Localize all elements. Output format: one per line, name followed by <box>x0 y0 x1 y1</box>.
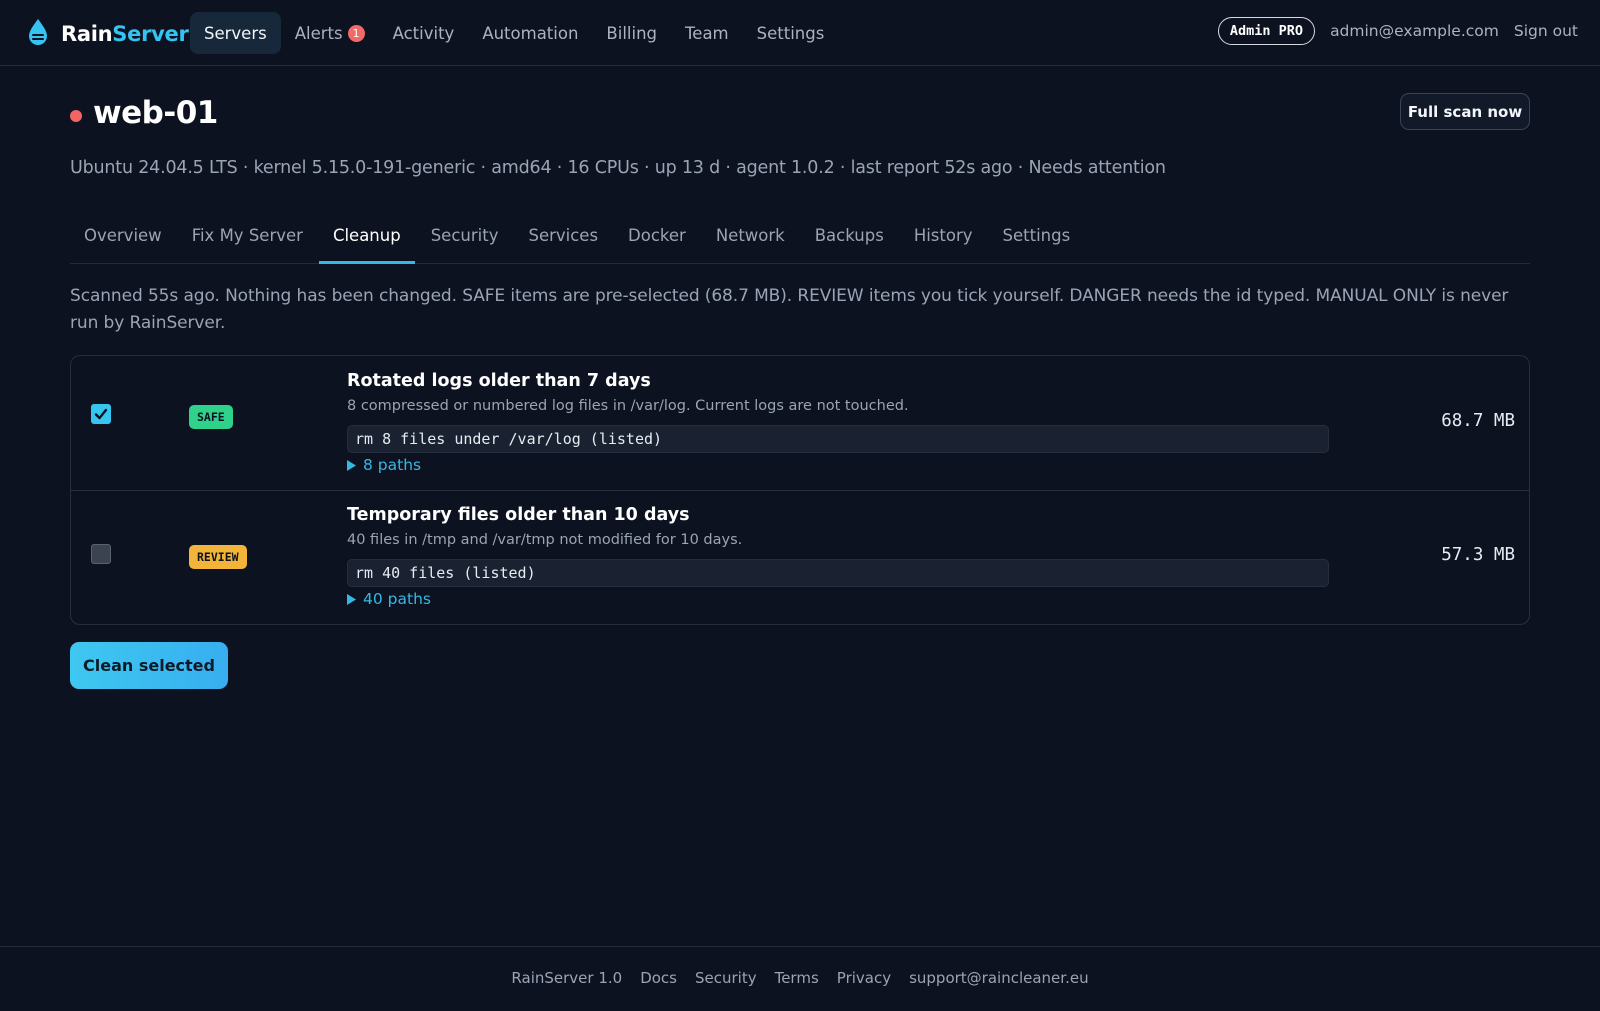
footer-link-docs[interactable]: Docs <box>640 969 677 987</box>
tab-docker[interactable]: Docker <box>614 220 700 264</box>
tab-cleanup[interactable]: Cleanup <box>318 220 415 264</box>
item-command: rm 40 files (listed) <box>347 559 1329 587</box>
item-checkbox[interactable] <box>91 544 111 564</box>
server-status-dot <box>70 110 82 122</box>
tab-network[interactable]: Network <box>702 220 799 264</box>
nav-servers[interactable]: Servers <box>190 12 281 54</box>
main-nav: Servers Alerts 1 Activity Automation Bil… <box>190 12 838 54</box>
plan-badge: Admin PRO <box>1217 17 1316 45</box>
sign-out-link[interactable]: Sign out <box>1514 22 1578 40</box>
tab-fix-my-server[interactable]: Fix My Server <box>178 220 317 264</box>
item-description: 8 compressed or numbered log files in /v… <box>347 398 909 414</box>
clean-selected-button[interactable]: Clean selected <box>70 642 228 689</box>
server-tabs: Overview Fix My Server Cleanup Security … <box>70 220 1530 264</box>
risk-badge: SAFE <box>189 405 233 429</box>
full-scan-button[interactable]: Full scan now <box>1400 93 1530 130</box>
nav-settings[interactable]: Settings <box>743 12 839 54</box>
account-area: Admin PRO admin@example.com Sign out <box>1217 17 1578 45</box>
nav-activity[interactable]: Activity <box>379 12 469 54</box>
footer-link-security[interactable]: Security <box>695 969 757 987</box>
brand[interactable]: RainServer <box>27 18 189 50</box>
item-command: rm 8 files under /var/log (listed) <box>347 425 1329 453</box>
footer: RainServer 1.0 Docs Security Terms Priva… <box>0 946 1600 1011</box>
tab-settings[interactable]: Settings <box>989 220 1085 264</box>
nav-automation[interactable]: Automation <box>468 12 592 54</box>
server-meta: Ubuntu 24.04.5 LTS · kernel 5.15.0-191-g… <box>70 158 1166 178</box>
nav-team[interactable]: Team <box>671 12 743 54</box>
cleanup-item: SAFE Rotated logs older than 7 days 8 co… <box>71 356 1529 490</box>
brand-name: RainServer <box>61 22 189 46</box>
paths-disclosure[interactable]: 40 paths <box>347 590 431 608</box>
item-checkbox[interactable] <box>91 404 111 424</box>
tab-overview[interactable]: Overview <box>70 220 176 264</box>
tab-services[interactable]: Services <box>514 220 612 264</box>
paths-disclosure[interactable]: 8 paths <box>347 456 421 474</box>
cleanup-item: REVIEW Temporary files older than 10 day… <box>71 490 1529 624</box>
triangle-right-icon <box>347 459 356 471</box>
triangle-right-icon <box>347 593 356 605</box>
cleanup-list: SAFE Rotated logs older than 7 days 8 co… <box>70 355 1530 625</box>
item-title: Rotated logs older than 7 days <box>347 371 651 391</box>
alerts-count-badge: 1 <box>347 24 365 42</box>
footer-support-email[interactable]: support@raincleaner.eu <box>909 969 1089 987</box>
tab-history[interactable]: History <box>900 220 987 264</box>
page-title: web-01 <box>93 95 218 131</box>
account-email[interactable]: admin@example.com <box>1330 22 1499 40</box>
cleanup-intro: Scanned 55s ago. Nothing has been change… <box>70 286 1509 333</box>
tab-backups[interactable]: Backups <box>801 220 898 264</box>
top-navbar: RainServer Servers Alerts 1 Activity Aut… <box>0 0 1600 66</box>
nav-billing[interactable]: Billing <box>592 12 671 54</box>
item-title: Temporary files older than 10 days <box>347 505 690 525</box>
footer-link-privacy[interactable]: Privacy <box>837 969 891 987</box>
footer-version: RainServer 1.0 <box>511 969 623 987</box>
footer-link-terms[interactable]: Terms <box>775 969 819 987</box>
item-size: 57.3 MB <box>1441 545 1515 565</box>
item-description: 40 files in /tmp and /var/tmp not modifi… <box>347 532 743 548</box>
nav-alerts[interactable]: Alerts 1 <box>281 12 379 54</box>
check-icon <box>94 408 108 420</box>
item-size: 68.7 MB <box>1441 411 1515 431</box>
risk-badge: REVIEW <box>189 545 247 569</box>
droplet-icon <box>27 18 49 50</box>
tab-security[interactable]: Security <box>417 220 513 264</box>
